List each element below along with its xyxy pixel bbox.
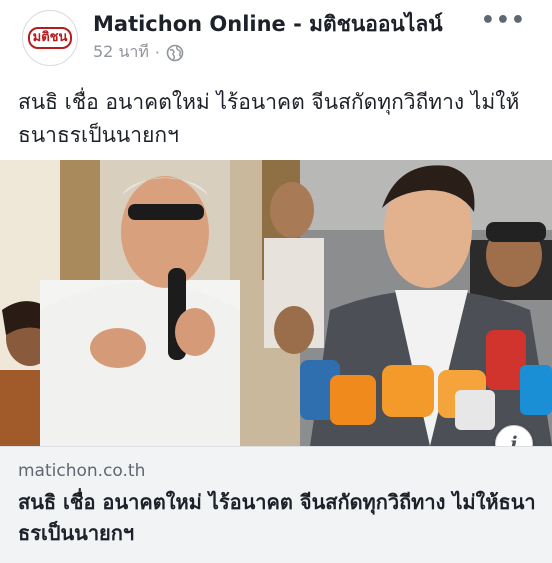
post-timestamp[interactable]: 52 นาที <box>93 40 149 65</box>
post-message: สนธิ เชื่อ อนาคตใหม่ ไร้อนาคต จีนสกัดทุก… <box>18 90 520 147</box>
link-preview[interactable]: matichon.co.th สนธิ เชื่อ อนาคตใหม่ ไร้อ… <box>0 446 552 563</box>
post-meta: 52 นาที · <box>93 40 184 65</box>
post-header: มติชน Matichon Online - มติชนออนไลน์ 52 … <box>0 0 552 78</box>
meta-separator: · <box>154 43 161 62</box>
link-domain: matichon.co.th <box>18 461 146 481</box>
more-options-icon[interactable]: ••• <box>481 8 526 33</box>
globe-icon <box>166 44 184 62</box>
post-photo[interactable] <box>0 160 552 446</box>
page-avatar[interactable]: มติชน <box>22 10 78 66</box>
link-title[interactable]: สนธิ เชื่อ อนาคตใหม่ ไร้อนาคต จีนสกัดทุก… <box>18 487 538 549</box>
page-name-link[interactable]: Matichon Online - มติชนออนไลน์ <box>93 8 443 41</box>
matichon-logo: มติชน <box>27 27 73 49</box>
news-photo <box>0 160 552 446</box>
